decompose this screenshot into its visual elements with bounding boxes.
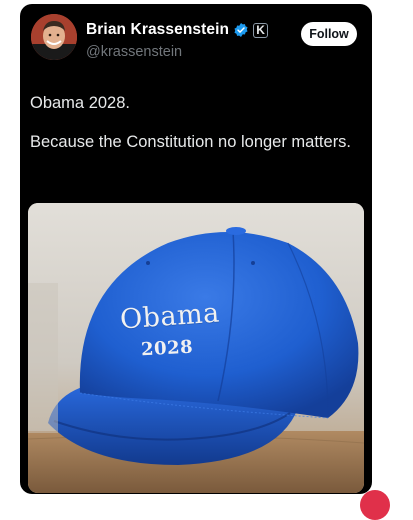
affiliate-badge-icon[interactable]: K: [253, 22, 269, 38]
author-handle[interactable]: @krassenstein: [86, 44, 182, 60]
tweet-line-1: Obama 2028.: [30, 94, 130, 112]
tweet-media-image[interactable]: Obama 2028: [28, 203, 364, 493]
author-name-row: Brian Krassenstein K: [86, 21, 269, 39]
follow-button[interactable]: Follow: [301, 22, 357, 46]
corner-badge-icon: [360, 490, 390, 520]
avatar[interactable]: [31, 14, 77, 60]
author-display-name[interactable]: Brian Krassenstein: [86, 21, 229, 39]
tweet-line-2: Because the Constitution no longer matte…: [30, 133, 352, 151]
tweet-text: Obama 2028. Because the Constitution no …: [30, 92, 360, 154]
tweet-card: Brian Krassenstein K @krassenstein Follo…: [20, 4, 372, 494]
verified-badge-icon: [233, 22, 249, 38]
